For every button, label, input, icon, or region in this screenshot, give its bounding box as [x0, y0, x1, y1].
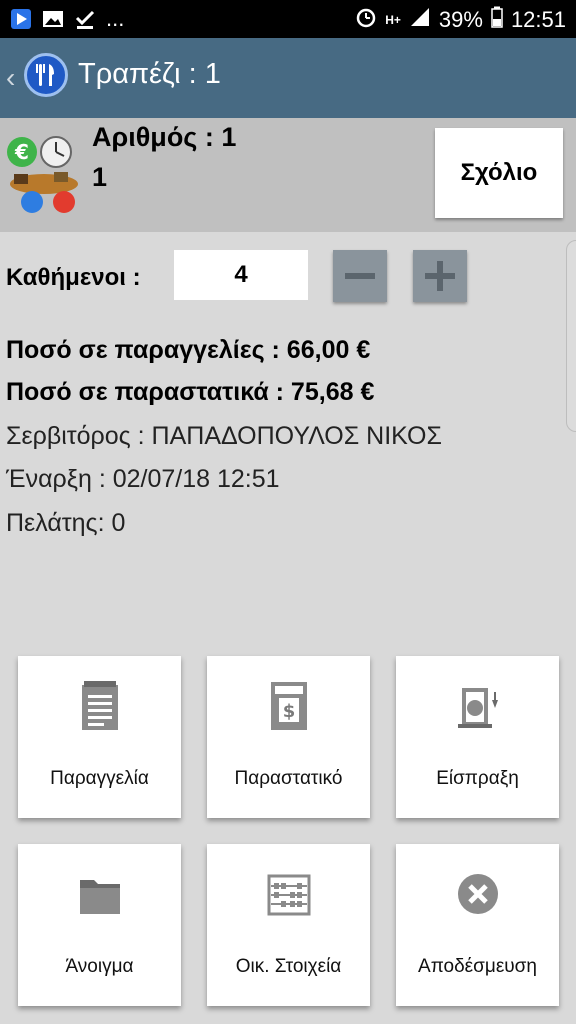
financial-details-label: Οικ. Στοιχεία — [235, 956, 342, 977]
alarm-icon — [355, 6, 377, 34]
cash-register-icon — [457, 688, 498, 728]
back-chevron-icon[interactable]: ‹ — [6, 62, 15, 94]
open-label: Άνοιγμα — [65, 956, 134, 977]
seated-label: Καθήμενοι : — [6, 264, 141, 291]
minus-icon — [345, 273, 375, 279]
waiter-name: Σερβιτόρος : ΠΑΠΑΔΟΠΟΥΛΟΣ ΝΙΚΟΣ — [6, 422, 442, 450]
signal-icon — [409, 6, 431, 34]
release-button[interactable]: Αποδέσμευση — [396, 844, 559, 1006]
cutlery-icon[interactable] — [24, 53, 68, 97]
scrollbar[interactable] — [566, 240, 576, 432]
gallery-icon — [42, 8, 64, 30]
plus-icon — [425, 261, 455, 291]
seated-count-input[interactable]: 4 — [174, 250, 308, 300]
page-title: Τραπέζι : 1 — [78, 58, 221, 90]
open-button[interactable]: Άνοιγμα — [18, 844, 181, 1006]
customer: Πελάτης: 0 — [6, 509, 126, 537]
table-header-panel: € Αριθμός : 1 1 Σχόλιο — [0, 118, 576, 232]
svg-text:€: € — [14, 140, 29, 164]
receipt-button[interactable]: $ Παραστατικό — [207, 656, 370, 818]
table-status-icon: € — [6, 134, 82, 214]
receipt-label: Παραστατικό — [234, 768, 343, 789]
battery-icon — [491, 6, 503, 34]
checkmark-icon — [74, 8, 96, 30]
order-label: Παραγγελία — [50, 768, 149, 789]
financial-details-button[interactable]: Οικ. Στοιχεία — [207, 844, 370, 1006]
orders-amount: Ποσό σε παραγγελίες : 66,00 € — [6, 336, 371, 364]
network-type: H+ — [385, 13, 401, 27]
app-bar: ‹ Τραπέζι : 1 — [0, 38, 576, 118]
start-time: Έναρξη : 02/07/18 12:51 — [6, 465, 280, 493]
comment-button[interactable]: Σχόλιο — [435, 128, 563, 218]
collect-button[interactable]: Είσπραξη — [396, 656, 559, 818]
release-label: Αποδέσμευση — [418, 956, 537, 977]
svg-text:$: $ — [282, 701, 295, 722]
table-number-value: 1 — [92, 162, 108, 192]
notification-overflow: ... — [106, 6, 125, 31]
notepad-icon — [81, 681, 118, 730]
folder-icon — [79, 880, 120, 914]
table-number: Αριθμός : 1 — [92, 122, 237, 152]
order-button[interactable]: Παραγγελία — [18, 656, 181, 818]
abacus-icon — [267, 874, 310, 916]
play-store-icon — [10, 8, 32, 30]
decrease-button[interactable] — [333, 250, 387, 302]
status-bar: ... H+ 39% 12:51 — [0, 0, 576, 38]
collect-label: Είσπραξη — [436, 768, 519, 789]
battery-percent: 39% — [438, 7, 483, 32]
clock: 12:51 — [510, 7, 566, 32]
close-circle-icon — [457, 874, 498, 914]
receipts-amount: Ποσό σε παραστατικά : 75,68 € — [6, 378, 375, 406]
increase-button[interactable] — [413, 250, 467, 302]
receipt-icon: $ — [270, 682, 307, 730]
